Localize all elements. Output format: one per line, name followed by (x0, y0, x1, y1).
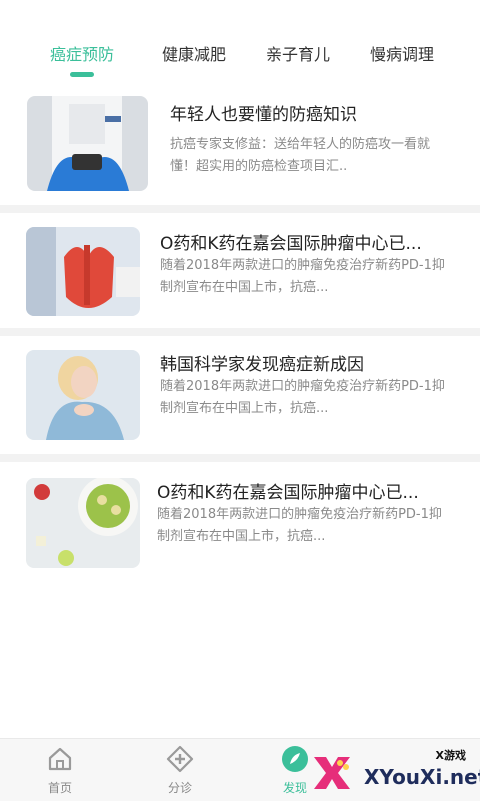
tab-cancer-prevention[interactable]: 癌症预防 (40, 40, 124, 80)
tab-chronic-care[interactable]: 慢病调理 (360, 40, 444, 80)
article-item[interactable]: 年轻人也要懂的防癌知识 抗癌专家支修益：送给年轻人的防癌攻一看就懂！超实用的防癌… (0, 90, 480, 205)
article-item[interactable]: O药和K药在嘉会国际肿瘤中心已... 随着2018年两款进口的肿瘤免疫治疗新药P… (0, 213, 480, 328)
bottom-nav: 首页 分诊 发现 X游戏 XYouXi.net (0, 738, 480, 801)
nav-triage[interactable]: 分诊 (140, 739, 220, 801)
tab-label: 慢病调理 (369, 45, 434, 64)
divider (0, 454, 480, 462)
article-item[interactable]: O药和K药在嘉会国际肿瘤中心已... 随着2018年两款进口的肿瘤免疫治疗新药P… (0, 462, 480, 580)
tab-label: 亲子育儿 (265, 45, 330, 64)
article-thumbnail (26, 478, 140, 568)
home-icon (46, 745, 74, 773)
tab-weight-loss[interactable]: 健康减肥 (152, 40, 236, 80)
article-thumbnail (26, 227, 140, 316)
divider (0, 205, 480, 213)
active-tab-indicator (70, 72, 94, 77)
article-title: O药和K药在嘉会国际肿瘤中心已... (160, 234, 422, 254)
article-title: O药和K药在嘉会国际肿瘤中心已... (157, 483, 419, 503)
article-item[interactable]: 韩国科学家发现癌症新成因 随着2018年两款进口的肿瘤免疫治疗新药PD-1抑制剂… (0, 336, 480, 454)
nav-label: 发现 (282, 781, 307, 795)
nav-label: 分诊 (167, 781, 192, 795)
article-thumbnail (26, 350, 140, 440)
watermark-sub: X游戏 (435, 749, 466, 762)
category-tabs: 癌症预防 健康减肥 亲子育儿 慢病调理 (0, 40, 480, 80)
nav-label: 首页 (47, 781, 72, 795)
discover-icon (281, 745, 309, 773)
article-desc: 随着2018年两款进口的肿瘤免疫治疗新药PD-1抑制剂宣布在中国上市，抗癌... (160, 379, 445, 416)
tab-parenting[interactable]: 亲子育儿 (256, 40, 340, 80)
article-title: 韩国科学家发现癌症新成因 (160, 355, 364, 375)
watermark-brand: XYouXi.net (364, 765, 480, 789)
article-desc: 抗癌专家支修益：送给年轻人的防癌攻一看就懂！超实用的防癌检查项目汇.. (170, 137, 431, 174)
tab-label: 癌症预防 (49, 45, 114, 64)
divider (0, 328, 480, 336)
article-desc: 随着2018年两款进口的肿瘤免疫治疗新药PD-1抑制剂宣布在中国上市，抗癌... (160, 258, 445, 295)
tab-label: 健康减肥 (161, 45, 226, 64)
article-thumbnail (27, 96, 148, 191)
article-desc: 随着2018年两款进口的肿瘤免疫治疗新药PD-1抑制剂宣布在中国上市，抗癌... (157, 507, 442, 544)
nav-discover[interactable]: 发现 (255, 739, 335, 801)
nav-home[interactable]: 首页 (20, 739, 100, 801)
triage-icon (166, 745, 194, 773)
article-title: 年轻人也要懂的防癌知识 (170, 105, 357, 125)
